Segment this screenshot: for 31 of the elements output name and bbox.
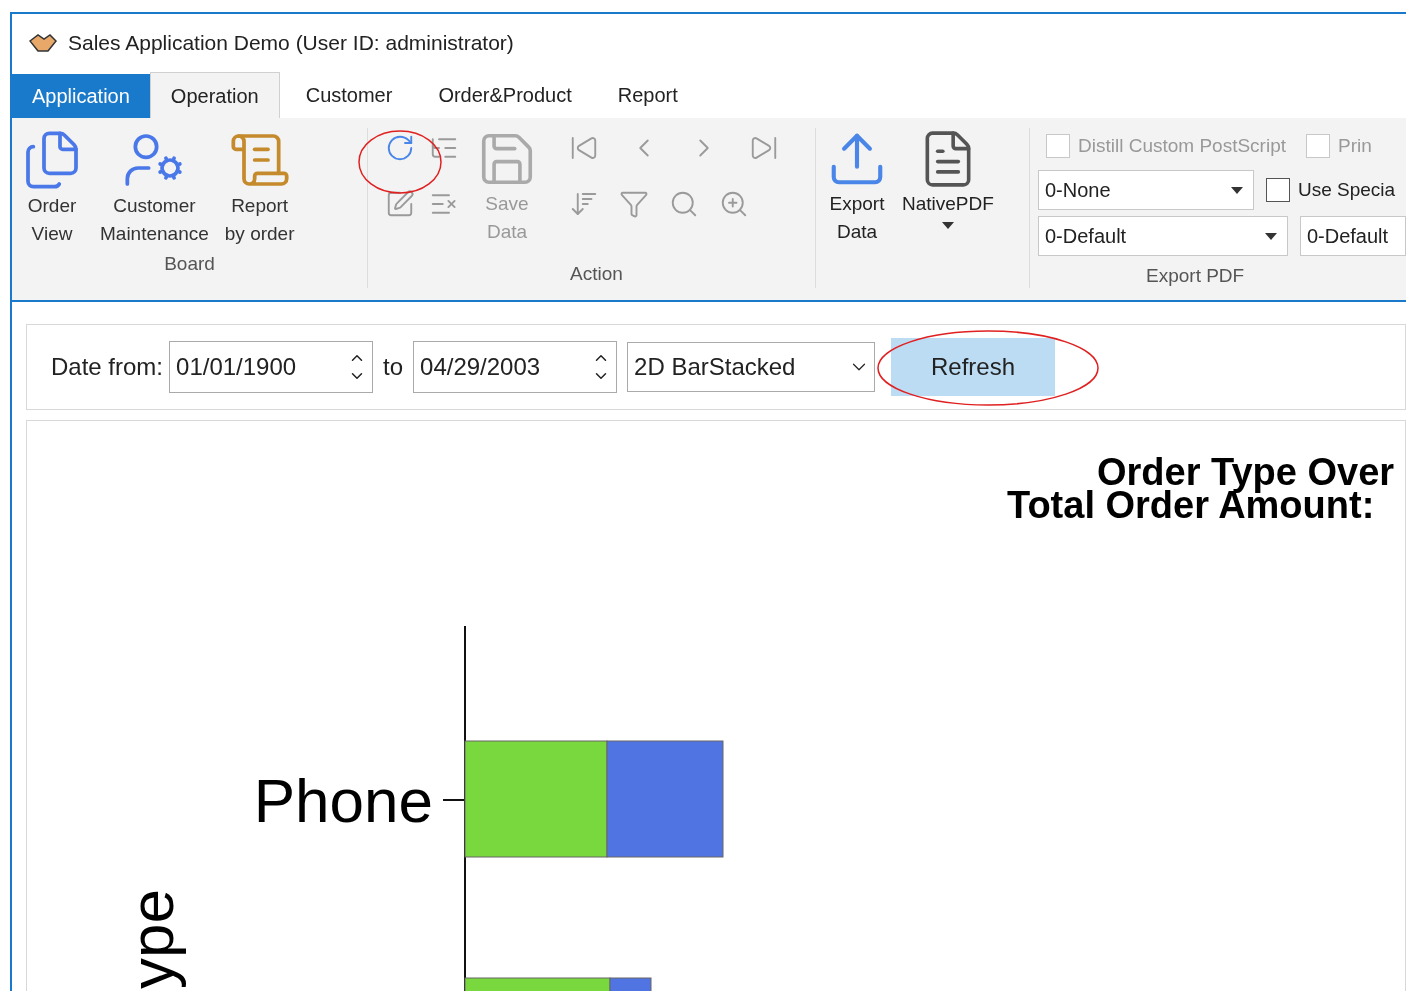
chart-type-dropdown[interactable]: 2D BarStacked [627,342,876,392]
checkbox[interactable] [1266,178,1290,203]
date-field[interactable]: 01/01/1900 [169,341,374,393]
dropdown-arrow-icon [1231,187,1243,194]
caret-icon [941,222,954,230]
to-label: to [383,352,404,382]
group-label: Action [570,261,623,286]
category-label: Phone [253,766,433,835]
ribbon-button[interactable]: Report by order [224,128,295,249]
ribbon-button[interactable]: Order View [20,128,84,249]
checkbox-label: Distill Custom PostScript [1078,134,1286,159]
date-from-label: Date from: [51,352,164,382]
dropdown-arrow-icon [1264,233,1277,240]
date-field[interactable]: 04/29/2003 [413,341,618,393]
ribbon-button[interactable]: Customer Maintenance [100,128,209,249]
checkbox-label: Prin [1338,134,1372,159]
dropdown[interactable]: 0-Default [1299,216,1406,257]
export-data-button[interactable]: Export Data [826,128,888,288]
refresh-button[interactable]: Refresh [891,338,1056,396]
axis-title: ype [117,889,186,989]
window-title: Sales Application Demo (User ID: administrator) [68,29,514,56]
filter-icon [619,189,649,220]
checkbox-option[interactable]: Use Specia [1266,176,1396,205]
dropdown[interactable]: 0-Default [1038,216,1288,257]
group-label: Board [164,252,215,277]
ribbon-tab[interactable]: Operation [149,72,280,119]
checkbox-label: Use Specia [1298,178,1396,203]
dropdown[interactable]: 0-None [1038,170,1254,211]
application-menu-tab[interactable]: Application [12,74,150,119]
group-label: Export PDF [1146,264,1245,289]
native-pdf-button[interactable]: NativePDF [902,128,994,288]
